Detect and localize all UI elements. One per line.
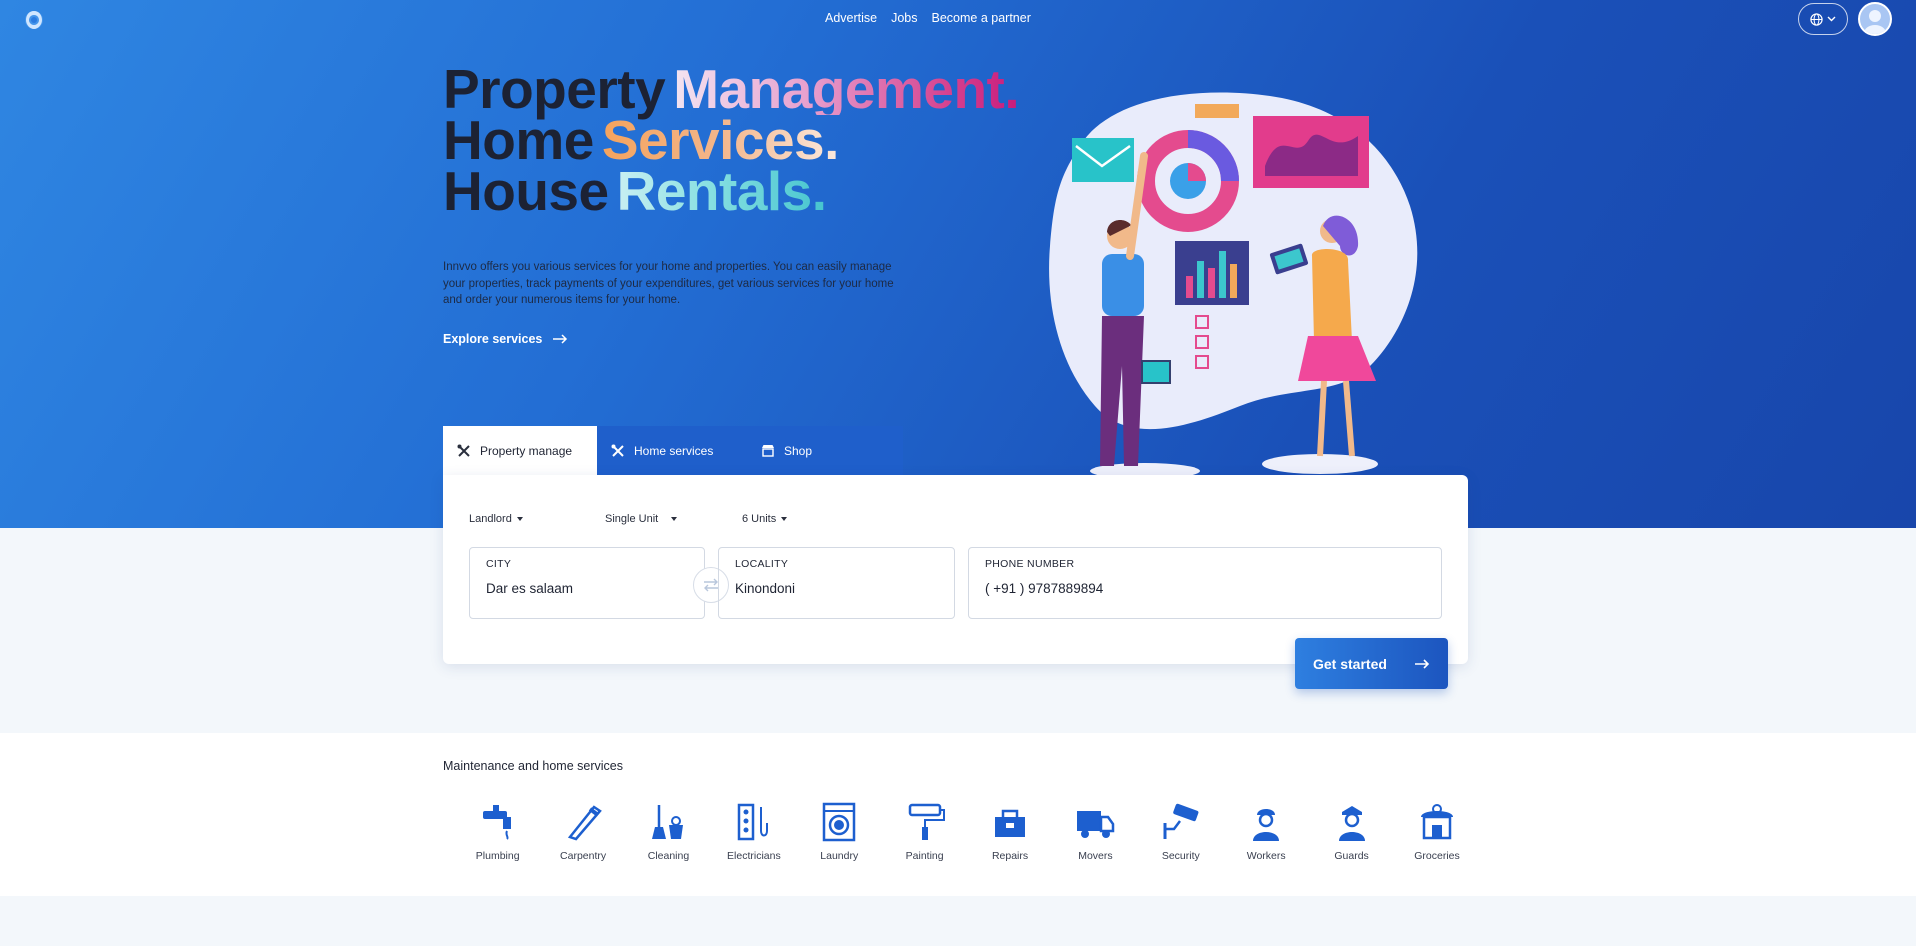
service-label: Painting	[905, 850, 944, 862]
toolbox-icon	[995, 809, 1026, 837]
service-groceries[interactable]: Groceries	[1394, 801, 1479, 862]
headline-accent: Management.	[673, 58, 1020, 120]
locality-value: Kinondoni	[735, 581, 796, 596]
user-icon	[1864, 10, 1886, 34]
broom-bucket-icon	[652, 805, 684, 839]
units-value: 6 Units	[742, 513, 777, 525]
role-dropdown[interactable]: Landlord	[469, 513, 523, 525]
headline-accent: Services.	[601, 109, 840, 171]
city-value: Dar es salaam	[486, 581, 574, 596]
tab-label: Home services	[634, 443, 714, 458]
headline-word: Home	[443, 109, 594, 171]
caret-down-icon	[671, 517, 678, 521]
service-label: Movers	[1078, 850, 1113, 862]
tools-icon	[611, 444, 624, 457]
faucet-icon	[482, 805, 511, 840]
service-label: Security	[1161, 850, 1200, 862]
locality-field[interactable]: LOCALITY Kinondoni	[718, 547, 955, 619]
arrow-right-icon	[553, 334, 568, 344]
saw-icon	[567, 805, 602, 841]
service-plumbing[interactable]: Plumbing	[455, 801, 540, 862]
tab-label: Property manage	[480, 443, 573, 458]
tab-shop[interactable]: Shop	[747, 426, 897, 475]
service-label: Cleaning	[647, 850, 690, 862]
nav-link-advertise[interactable]: Advertise	[825, 11, 877, 25]
locality-label: LOCALITY	[735, 558, 789, 570]
unit-type-value: Single Unit	[605, 513, 659, 525]
paint-roller-icon	[908, 803, 945, 840]
service-tabs: Property manage Home services Shop	[443, 426, 903, 475]
service-label: Carpentry	[560, 850, 607, 862]
store-icon	[762, 445, 774, 457]
logo[interactable]	[22, 8, 46, 32]
user-avatar[interactable]	[1858, 2, 1892, 36]
service-security[interactable]: Security	[1138, 801, 1223, 862]
arrow-right-icon	[1415, 658, 1430, 669]
service-label: Electricians	[727, 850, 781, 862]
unit-type-dropdown[interactable]: Single Unit	[605, 513, 678, 525]
globe-icon	[1810, 12, 1823, 26]
headline-accent: Rentals.	[616, 160, 827, 222]
service-laundry[interactable]: Laundry	[797, 801, 882, 862]
service-painting[interactable]: Painting	[882, 801, 967, 862]
worker-icon	[1253, 809, 1280, 841]
service-label: Laundry	[820, 850, 859, 862]
tools-icon	[457, 444, 470, 457]
cctv-camera-icon	[1163, 803, 1199, 839]
service-carpentry[interactable]: Carpentry	[540, 801, 625, 862]
top-navbar: Advertise Jobs Become a partner	[0, 0, 1916, 36]
units-dropdown[interactable]: 6 Units	[742, 513, 788, 525]
nav-link-jobs[interactable]: Jobs	[891, 11, 917, 25]
truck-icon	[1077, 811, 1115, 838]
property-form-panel: Landlord Single Unit 6 Units CITY Dar es…	[443, 475, 1468, 664]
cta-label: Get started	[1313, 655, 1387, 672]
service-movers[interactable]: Movers	[1053, 801, 1138, 862]
tab-property-manage[interactable]: Property manage	[443, 426, 597, 475]
phone-value: ( +91 ) 9787889894	[985, 581, 1104, 596]
tab-label: Shop	[784, 443, 813, 458]
city-label: CITY	[486, 558, 512, 570]
phone-field[interactable]: PHONE NUMBER ( +91 ) 9787889894	[968, 547, 1442, 619]
service-cleaning[interactable]: Cleaning	[626, 801, 711, 862]
city-field[interactable]: CITY Dar es salaam	[469, 547, 705, 619]
hero-illustration	[1049, 92, 1418, 478]
headline-word: House	[443, 160, 609, 222]
get-started-button[interactable]: Get started	[1295, 638, 1448, 689]
electric-panel-icon	[737, 803, 768, 841]
service-label: Guards	[1334, 850, 1369, 862]
nav-link-become-partner[interactable]: Become a partner	[932, 11, 1031, 25]
service-label: Groceries	[1414, 850, 1460, 862]
caret-down-icon	[516, 517, 523, 521]
guard-icon	[1338, 806, 1365, 841]
services-title: Maintenance and home services	[443, 759, 623, 773]
grocery-store-icon	[1420, 804, 1453, 840]
service-guards[interactable]: Guards	[1309, 801, 1394, 862]
hero-description: Innvvo offers you various services for y…	[443, 261, 894, 306]
tab-home-services[interactable]: Home services	[597, 426, 747, 475]
caret-down-icon	[781, 517, 788, 521]
role-value: Landlord	[469, 513, 512, 525]
phone-label: PHONE NUMBER	[985, 558, 1075, 570]
hero-section: Advertise Jobs Become a partner Property…	[0, 0, 1916, 528]
explore-services-link[interactable]: Explore services	[443, 332, 568, 346]
services-list: Plumbing Carpentry Cleaning Electricians…	[455, 801, 1480, 862]
main-nav: Advertise Jobs Become a partner	[825, 11, 1031, 25]
service-repairs[interactable]: Repairs	[967, 801, 1052, 862]
language-selector[interactable]	[1798, 3, 1848, 35]
explore-label: Explore services	[443, 332, 543, 346]
service-workers[interactable]: Workers	[1224, 801, 1309, 862]
service-label: Plumbing	[475, 850, 520, 862]
services-section: Maintenance and home services Plumbing C…	[0, 733, 1916, 896]
service-label: Workers	[1246, 850, 1286, 862]
hero-headline: Property Management. Home Services. House R…	[443, 58, 1020, 222]
headline-word: Property	[443, 58, 666, 120]
service-electricians[interactable]: Electricians	[711, 801, 796, 862]
washing-machine-icon	[823, 802, 856, 842]
service-label: Repairs	[991, 850, 1029, 862]
chevron-down-icon	[1827, 16, 1836, 22]
